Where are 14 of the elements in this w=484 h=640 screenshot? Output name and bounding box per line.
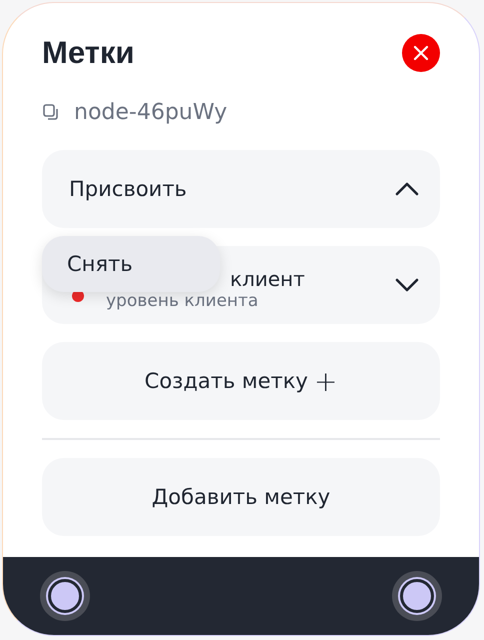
node-id: node-46puWy bbox=[74, 100, 228, 124]
handle[interactable] bbox=[40, 571, 90, 621]
close-button[interactable] bbox=[402, 34, 440, 72]
tag-name: клиент bbox=[230, 267, 305, 291]
chevron-icon bbox=[394, 181, 420, 197]
create-tag-button[interactable]: Создать метку + bbox=[42, 342, 440, 420]
handle[interactable] bbox=[392, 571, 442, 621]
copy-icon[interactable] bbox=[42, 103, 60, 121]
add-tag-button[interactable]: Добавить метку bbox=[42, 458, 440, 536]
assign-dropdown[interactable]: Присвоить bbox=[42, 150, 440, 228]
tag-subtitle: уровень клиента bbox=[106, 291, 258, 311]
close-icon bbox=[413, 45, 429, 61]
panel-title: Метки bbox=[42, 35, 134, 71]
chevron-icon[interactable] bbox=[394, 277, 420, 293]
